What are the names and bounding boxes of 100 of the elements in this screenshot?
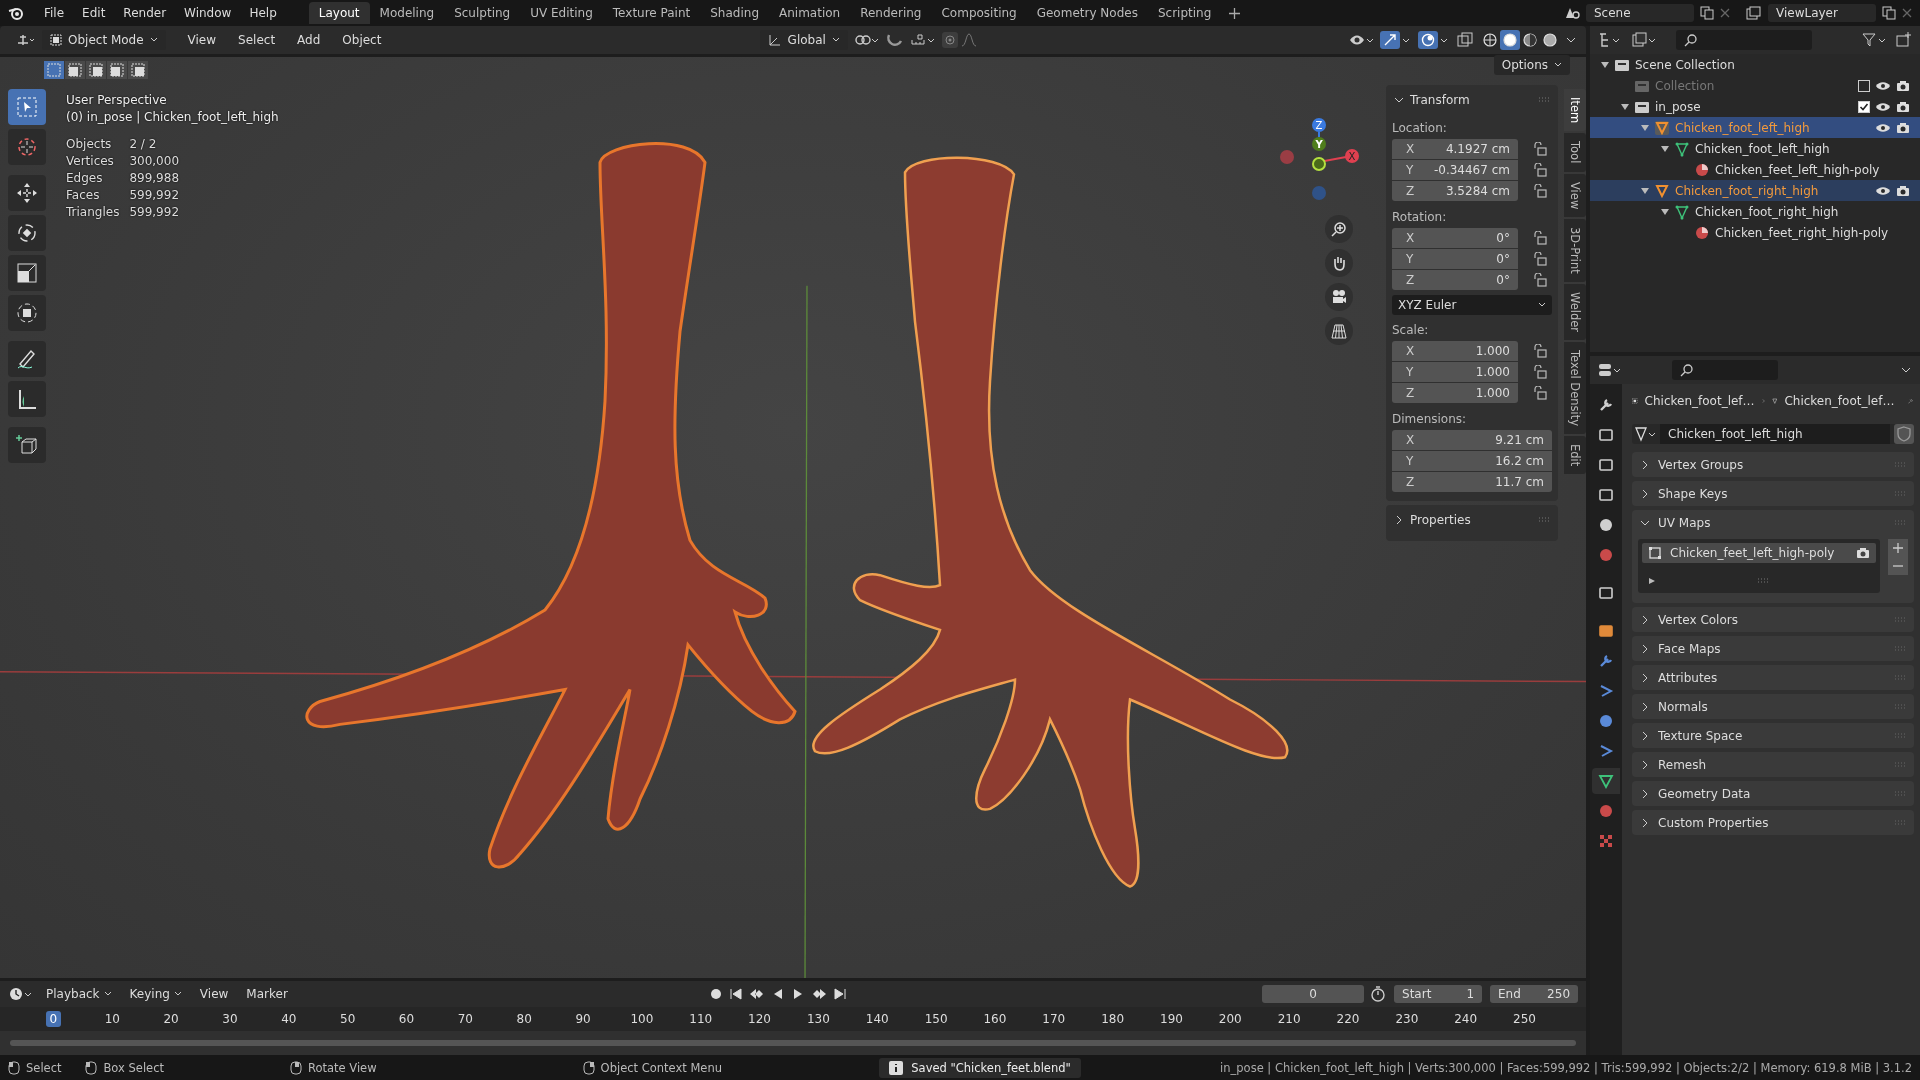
workspace-tab[interactable]: UV Editing bbox=[520, 2, 603, 24]
chicken-foot-drawing[interactable] bbox=[812, 156, 1289, 888]
workspace-tab[interactable]: Modeling bbox=[369, 2, 445, 24]
zoom-button[interactable] bbox=[1325, 215, 1353, 243]
number-field[interactable]: Z 1.000 bbox=[1392, 383, 1518, 403]
number-field[interactable]: Z 0° bbox=[1392, 270, 1518, 290]
add-button[interactable] bbox=[1888, 539, 1908, 557]
sidebar-tab[interactable]: Edit bbox=[1564, 435, 1586, 474]
menu-item[interactable]: Marker bbox=[240, 984, 294, 1004]
pan-button[interactable] bbox=[1325, 249, 1353, 277]
section-title[interactable]: Vertex Groups bbox=[1658, 457, 1744, 472]
number-field[interactable]: Z 11.7 cm bbox=[1392, 472, 1552, 492]
selection-mode-button[interactable] bbox=[128, 61, 148, 79]
perspective-button[interactable] bbox=[1325, 317, 1353, 345]
number-field[interactable]: X 0° bbox=[1392, 228, 1518, 248]
selection-mode-button[interactable] bbox=[86, 61, 106, 79]
padlock-icon[interactable] bbox=[1532, 142, 1548, 156]
section-title[interactable]: Remesh bbox=[1658, 757, 1707, 772]
chevron-icon[interactable] bbox=[1640, 672, 1650, 683]
mode-dropdown[interactable]: Object Mode bbox=[42, 30, 166, 50]
mesh-name-field[interactable]: Chicken_foot_left_high bbox=[1660, 424, 1890, 444]
disclosure-triangle-icon[interactable] bbox=[1621, 102, 1629, 111]
drag-handle-icon[interactable] bbox=[1538, 97, 1550, 103]
workspace-tab[interactable]: Animation bbox=[769, 2, 851, 24]
menu-item[interactable]: File bbox=[36, 3, 73, 23]
workspace-tab[interactable]: Scripting bbox=[1147, 2, 1222, 24]
axis-handle[interactable] bbox=[1312, 186, 1326, 200]
menu-item[interactable]: Help bbox=[241, 3, 285, 23]
tool-button[interactable] bbox=[8, 341, 46, 377]
section-title[interactable]: Vertex Colors bbox=[1658, 612, 1738, 627]
section-title[interactable]: Texture Space bbox=[1658, 728, 1743, 743]
search-field[interactable] bbox=[1676, 30, 1812, 50]
copy-icon[interactable] bbox=[1700, 6, 1714, 20]
chevron-icon[interactable] bbox=[1640, 759, 1650, 770]
sidebar-tab[interactable]: Texel Density bbox=[1564, 341, 1586, 434]
breadcrumb-item[interactable]: Chicken_foot_lef… bbox=[1644, 394, 1755, 408]
axis-handle[interactable] bbox=[1312, 157, 1326, 171]
tool-button[interactable] bbox=[8, 427, 46, 463]
disclosure-triangle-icon[interactable] bbox=[1661, 207, 1669, 216]
start-frame-field[interactable]: Start 1 bbox=[1394, 985, 1482, 1003]
sidebar-tab[interactable]: 3D-Print bbox=[1564, 218, 1586, 282]
close-icon[interactable] bbox=[1902, 8, 1912, 18]
editor-type-icon[interactable] bbox=[16, 33, 36, 47]
proportional-edit-icon[interactable] bbox=[941, 32, 978, 48]
overlay-toggle-icon[interactable] bbox=[1418, 31, 1450, 49]
view-layer-field[interactable]: ViewLayer bbox=[1768, 4, 1876, 22]
outliner-row[interactable]: Scene Collection bbox=[1590, 54, 1920, 75]
outliner-row[interactable]: Chicken_foot_right_high bbox=[1590, 180, 1920, 201]
number-field[interactable]: Z 3.5284 cm bbox=[1392, 181, 1518, 201]
jump-to-end-icon[interactable] bbox=[832, 987, 847, 1001]
workspace-tab[interactable]: Compositing bbox=[931, 2, 1027, 24]
disclosure-triangle-icon[interactable] bbox=[1641, 186, 1649, 195]
options-dropdown[interactable]: Options bbox=[1493, 55, 1570, 75]
clock-icon[interactable] bbox=[8, 986, 34, 1002]
number-field[interactable]: Y 16.2 cm bbox=[1392, 451, 1552, 471]
section-title[interactable]: Shape Keys bbox=[1658, 486, 1728, 501]
tool-button[interactable] bbox=[8, 381, 46, 417]
scrollbar[interactable] bbox=[10, 1040, 1576, 1046]
section-title[interactable]: Attributes bbox=[1658, 670, 1718, 685]
rotation-mode-dropdown[interactable]: XYZ Euler bbox=[1392, 295, 1552, 315]
workspace-tab[interactable]: Layout bbox=[308, 2, 370, 24]
xray-icon[interactable] bbox=[1456, 32, 1474, 48]
scene-field[interactable]: Scene bbox=[1586, 4, 1694, 22]
drag-handle-icon[interactable] bbox=[1757, 578, 1769, 584]
remove-button[interactable] bbox=[1888, 557, 1908, 575]
padlock-icon[interactable] bbox=[1532, 231, 1548, 245]
search-field[interactable] bbox=[1672, 360, 1778, 380]
copy-icon[interactable] bbox=[1882, 6, 1896, 20]
disclosure-triangle-icon[interactable] bbox=[1601, 60, 1609, 69]
chicken-foot-drawing[interactable] bbox=[305, 142, 797, 869]
uv-map-item[interactable]: Chicken_feet_left_high-poly bbox=[1642, 543, 1876, 563]
chevron-icon[interactable] bbox=[1640, 701, 1650, 712]
padlock-icon[interactable] bbox=[1532, 344, 1548, 358]
menu-item[interactable]: Window bbox=[176, 3, 240, 23]
shading-button[interactable] bbox=[1540, 30, 1560, 50]
eye-icon[interactable] bbox=[1875, 121, 1891, 134]
menu-item[interactable]: Object bbox=[334, 30, 390, 50]
padlock-icon[interactable] bbox=[1532, 184, 1548, 198]
orientation-dropdown[interactable]: Global bbox=[759, 30, 848, 50]
section-title[interactable]: Custom Properties bbox=[1658, 815, 1769, 830]
number-field[interactable]: X 1.000 bbox=[1392, 341, 1518, 361]
chevron-icon[interactable] bbox=[1394, 515, 1404, 525]
workspace-tab[interactable]: Texture Paint bbox=[602, 2, 701, 24]
chevron-icon[interactable] bbox=[1640, 643, 1650, 654]
breadcrumb-item[interactable]: Chicken_foot_lef… bbox=[1784, 394, 1895, 408]
workspace-tab[interactable]: Geometry Nodes bbox=[1026, 2, 1148, 24]
number-field[interactable]: Y -0.34467 cm bbox=[1392, 160, 1518, 180]
sidebar-tab[interactable]: Item bbox=[1564, 89, 1586, 132]
outliner-row[interactable]: Chicken_feet_right_high-poly bbox=[1590, 222, 1920, 243]
sidebar-tab[interactable]: Tool bbox=[1564, 133, 1586, 172]
menu-item[interactable]: Playback bbox=[40, 984, 118, 1004]
number-field[interactable]: X 9.21 cm bbox=[1392, 430, 1552, 450]
record-icon[interactable] bbox=[708, 987, 723, 1001]
chevron-icon[interactable] bbox=[1640, 788, 1650, 799]
workspace-tab[interactable]: Rendering bbox=[850, 2, 932, 24]
chevron-icon[interactable] bbox=[1640, 730, 1650, 741]
axis-handle[interactable] bbox=[1280, 150, 1294, 164]
camera-view-button[interactable] bbox=[1325, 283, 1353, 311]
tool-button[interactable] bbox=[8, 215, 46, 251]
section-title[interactable]: Geometry Data bbox=[1658, 786, 1751, 801]
